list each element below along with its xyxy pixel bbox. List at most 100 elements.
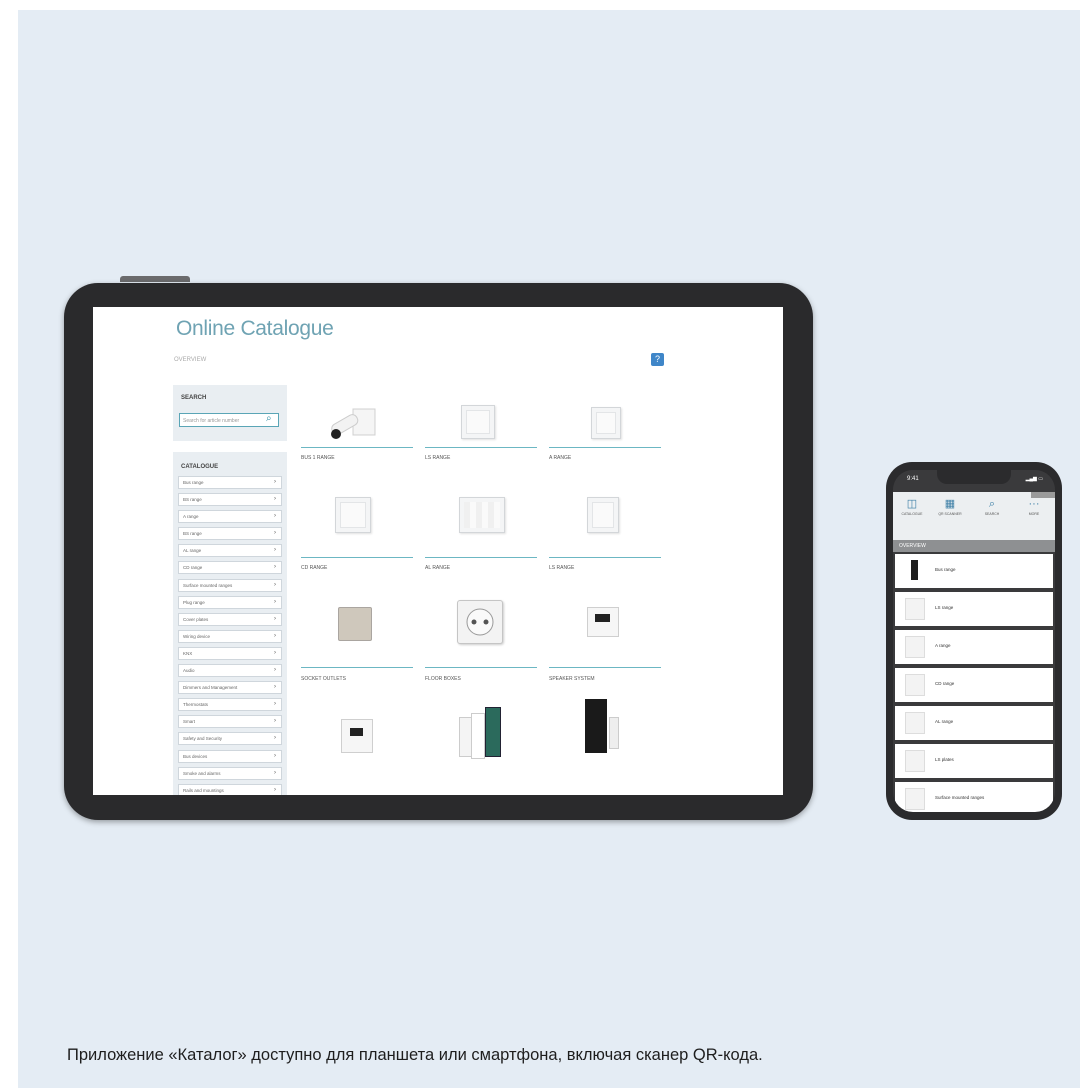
product-thumbnail <box>905 674 925 696</box>
product-card[interactable] <box>423 387 535 497</box>
signal-battery-icon: ▂▄▆ ▭ <box>1025 476 1043 482</box>
product-label[interactable]: CD RANGE <box>301 565 327 571</box>
thermostat-image[interactable] <box>587 607 619 637</box>
socket-outlet-image[interactable] <box>457 600 503 644</box>
catalogue-list: Bus range › BS range › A range › BS range › … <box>178 476 282 795</box>
catalogue-item[interactable]: Smart › <box>178 715 282 729</box>
chevron-right-icon: › <box>274 735 276 742</box>
catalogue-item-label: A range <box>183 514 199 520</box>
room-controller-image[interactable] <box>341 719 373 753</box>
catalogue-item[interactable]: BS range › <box>178 527 282 541</box>
catalogue-item-label: Safety and Security <box>183 736 223 742</box>
product-label[interactable]: SOCKET OUTLETS <box>301 676 346 682</box>
catalogue-item[interactable]: Audio › <box>178 664 282 678</box>
brand-title: Online Catalogue <box>176 317 334 340</box>
switch-plate-image[interactable] <box>587 497 619 533</box>
catalogue-item[interactable]: Wiring device › <box>178 629 282 643</box>
catalogue-item[interactable]: AL range › <box>178 544 282 558</box>
intercom-panel-image[interactable] <box>585 699 619 759</box>
taupe-switch-image[interactable] <box>338 607 372 641</box>
catalogue-item[interactable]: Cover plates › <box>178 612 282 626</box>
list-item[interactable]: Surface mounted ranges <box>895 782 1053 812</box>
product-label[interactable]: FLOOR BOXES <box>425 676 461 682</box>
catalogue-item[interactable]: Smoke and alarms › <box>178 766 282 780</box>
product-label[interactable]: AL RANGE <box>425 565 450 571</box>
phone-screen: 9:41 ▂▄▆ ▭ ◫ CATALOGUE ▦ QR SCANNER ⌕ SE… <box>893 470 1055 812</box>
product-divider <box>549 447 661 448</box>
switch-plate-image[interactable] <box>459 497 505 533</box>
toolbar-qr-scanner[interactable]: ▦ QR SCANNER <box>935 498 965 516</box>
product-label[interactable]: A RANGE <box>549 455 571 461</box>
search-title: SEARCH <box>181 395 207 401</box>
phone-toolbar: ◫ CATALOGUE ▦ QR SCANNER ⌕ SEARCH ··· MO… <box>893 492 1055 540</box>
catalogue-item[interactable]: Plug range › <box>178 595 282 609</box>
switch-plate-image <box>461 405 495 439</box>
product-thumbnail <box>905 750 925 772</box>
catalogue-item[interactable]: Safety and Security › <box>178 732 282 746</box>
list-item[interactable]: CD range <box>895 668 1053 702</box>
product-divider <box>301 447 413 448</box>
catalogue-item[interactable]: BS range › <box>178 493 282 507</box>
catalogue-item[interactable]: Rails and mountings › <box>178 783 282 795</box>
catalogue-item[interactable]: Thermostats › <box>178 698 282 712</box>
product-label[interactable]: LS RANGE <box>549 565 574 571</box>
chevron-right-icon: › <box>274 513 276 520</box>
toolbar-more[interactable]: ··· MORE <box>1019 498 1049 516</box>
list-item[interactable]: A range <box>895 630 1053 664</box>
catalogue-item[interactable]: A range › <box>178 510 282 524</box>
tablet-device: Online Catalogue OVERVIEW ? SEARCH Searc… <box>64 283 813 820</box>
catalogue-item[interactable]: Surface mounted ranges › <box>178 578 282 592</box>
catalogue-item-label: KNX <box>183 650 193 656</box>
chevron-right-icon: › <box>274 615 276 622</box>
chevron-right-icon: › <box>274 667 276 674</box>
chevron-right-icon: › <box>274 649 276 656</box>
switch-plate-image[interactable] <box>335 497 371 533</box>
book-icon: ◫ <box>906 498 918 510</box>
product-card[interactable] <box>299 387 411 497</box>
catalogue-item-label: BS range <box>183 531 202 537</box>
product-thumbnail <box>911 560 918 580</box>
list-item[interactable]: Bus range <box>895 554 1053 588</box>
product-label[interactable]: LS RANGE <box>425 455 450 461</box>
breadcrumb[interactable]: OVERVIEW <box>174 357 206 363</box>
product-label[interactable]: BUS 1 RANGE <box>301 455 335 461</box>
catalogue-item-label: AL range <box>183 548 202 554</box>
product-label[interactable]: SPEAKER SYSTEM <box>549 676 595 682</box>
tablet-top-button <box>120 276 190 282</box>
more-icon: ··· <box>1028 498 1040 510</box>
toolbar-label: SEARCH <box>984 512 1000 516</box>
toolbar-search[interactable]: ⌕ SEARCH <box>977 498 1007 516</box>
catalogue-item[interactable]: KNX › <box>178 646 282 660</box>
search-icon[interactable]: ⌕ <box>266 413 285 424</box>
catalogue-item[interactable]: CD range › <box>178 561 282 575</box>
list-item[interactable]: LS range <box>895 592 1053 626</box>
catalogue-item-label: BS range <box>183 497 202 503</box>
phone-device: 9:41 ▂▄▆ ▭ ◫ CATALOGUE ▦ QR SCANNER ⌕ SE… <box>886 462 1062 820</box>
toolbar-catalogue[interactable]: ◫ CATALOGUE <box>897 498 927 516</box>
chevron-right-icon: › <box>274 547 276 554</box>
product-thumbnail <box>905 636 925 658</box>
catalogue-item-label: Thermostats <box>183 702 209 708</box>
search-input[interactable]: Search for article number <box>179 413 279 427</box>
chevron-right-icon: › <box>274 632 276 639</box>
catalogue-item-label: Cover plates <box>183 616 209 622</box>
list-item-label: A range <box>935 643 951 648</box>
chevron-right-icon: › <box>274 752 276 759</box>
catalogue-item-label: Plug range <box>183 599 205 605</box>
catalogue-title: CATALOGUE <box>181 464 219 470</box>
catalogue-item-label: Wiring device <box>183 633 211 639</box>
list-item[interactable]: LS plates <box>895 744 1053 778</box>
catalogue-item-label: Dimmers and Management <box>183 685 238 691</box>
product-card[interactable] <box>547 387 659 497</box>
switch-cluster-image[interactable] <box>459 707 507 759</box>
product-thumbnail <box>905 598 925 620</box>
chevron-right-icon: › <box>274 684 276 691</box>
tablet-screen: Online Catalogue OVERVIEW ? SEARCH Searc… <box>93 307 783 795</box>
list-item-label: AL range <box>935 719 954 724</box>
catalogue-item[interactable]: Bus devices › <box>178 749 282 763</box>
catalogue-item-label: Surface mounted ranges <box>183 582 233 588</box>
catalogue-item[interactable]: Bus range › <box>178 476 282 489</box>
help-button[interactable]: ? <box>651 353 664 366</box>
catalogue-item[interactable]: Dimmers and Management › <box>178 681 282 695</box>
list-item[interactable]: AL range <box>895 706 1053 740</box>
